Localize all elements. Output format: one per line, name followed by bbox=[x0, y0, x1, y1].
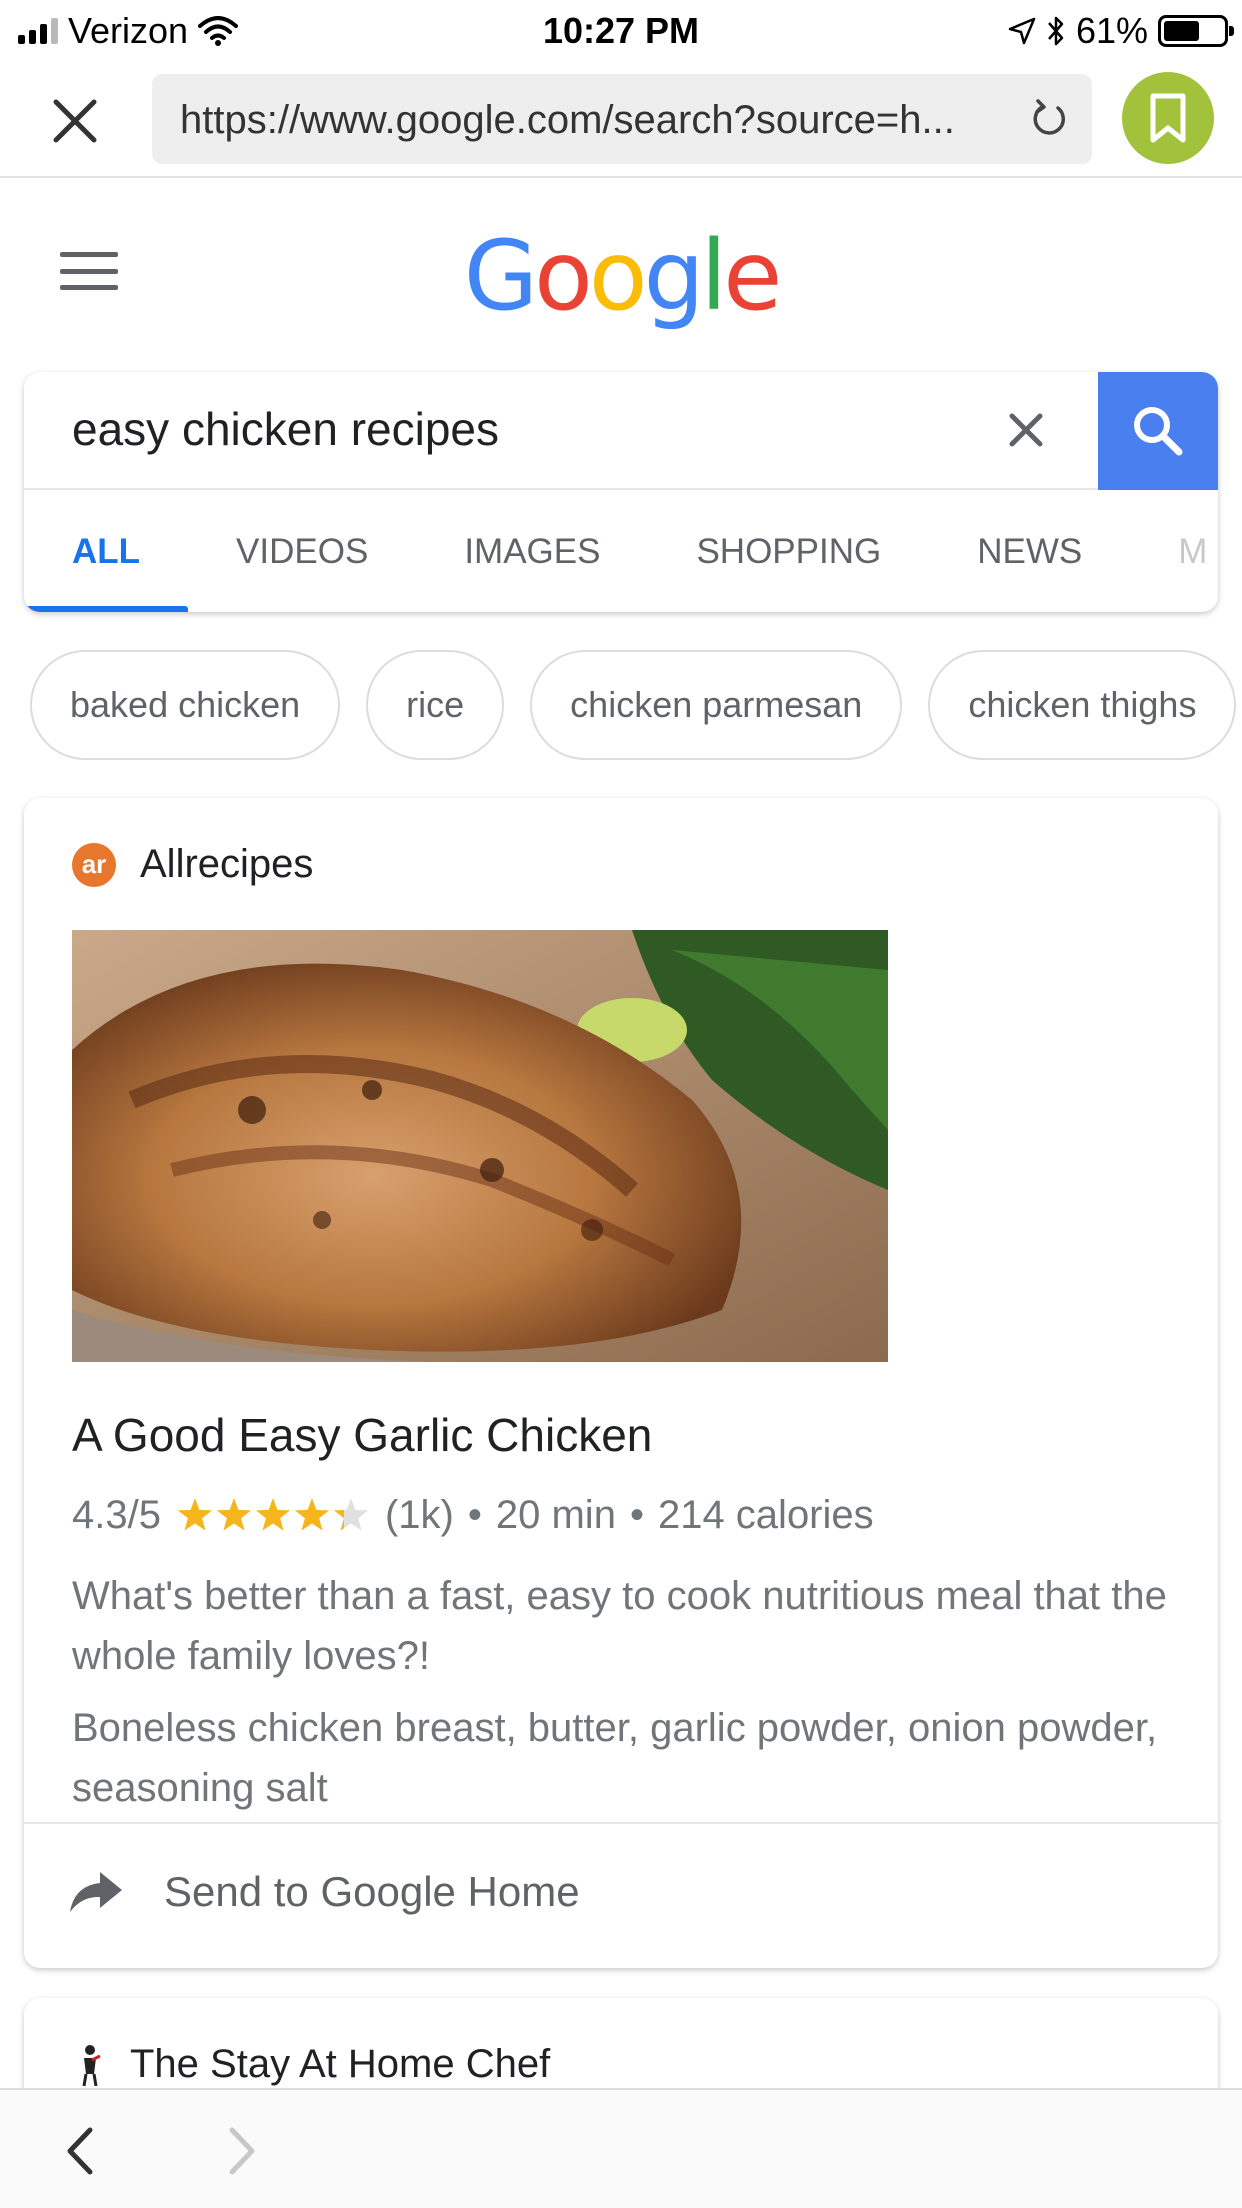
clear-icon[interactable] bbox=[1004, 408, 1048, 452]
share-arrow-icon bbox=[70, 1872, 122, 1912]
battery-percent: 61% bbox=[1075, 10, 1148, 51]
google-header: Google bbox=[0, 180, 1242, 360]
search-row bbox=[24, 372, 1218, 490]
reload-icon[interactable] bbox=[1028, 98, 1070, 140]
recipe-result-card[interactable]: ar Allrecipes A Good Easy Garlic Chicken… bbox=[24, 798, 1218, 1968]
tab-news[interactable]: NEWS bbox=[929, 492, 1130, 612]
search-tabs: ALL VIDEOS IMAGES SHOPPING NEWS M bbox=[24, 492, 1218, 612]
battery-icon bbox=[1158, 15, 1234, 47]
tab-all[interactable]: ALL bbox=[24, 492, 189, 612]
logo-letter: e bbox=[723, 220, 782, 332]
url-text[interactable]: https://www.google.com/search?source=h..… bbox=[180, 98, 1010, 143]
bookmark-icon bbox=[1150, 93, 1186, 143]
refinement-chips: baked chicken rice chicken parmesan chic… bbox=[30, 650, 1237, 762]
status-bar: Verizon 10:27 PM 61% bbox=[0, 0, 1242, 62]
result-title[interactable]: A Good Easy Garlic Chicken bbox=[72, 1408, 652, 1462]
battery-fill bbox=[1164, 21, 1200, 41]
chip-rice[interactable]: rice bbox=[366, 650, 505, 760]
stars-graphic bbox=[177, 1497, 369, 1531]
bookmark-button[interactable] bbox=[1122, 72, 1214, 164]
source-name-2: The Stay At Home Chef bbox=[130, 2042, 551, 2086]
google-logo[interactable]: Google bbox=[0, 220, 1242, 332]
allrecipes-logo-icon: ar bbox=[72, 842, 116, 887]
tab-images[interactable]: IMAGES bbox=[416, 492, 648, 612]
logo-letter: G bbox=[463, 220, 538, 332]
chip-chicken-parmesan[interactable]: chicken parmesan bbox=[530, 650, 903, 760]
tab-shopping[interactable]: SHOPPING bbox=[648, 492, 929, 612]
result-source-2[interactable]: The Stay At Home Chef bbox=[78, 2042, 550, 2087]
rating-text: 4.3/5 bbox=[72, 1493, 161, 1537]
calories: 214 calories bbox=[657, 1493, 874, 1537]
logo-letter: l bbox=[700, 220, 728, 332]
source-name: Allrecipes bbox=[140, 842, 314, 886]
logo-letter: o bbox=[588, 220, 648, 332]
result-meta: 4.3/5 (1k) • 20 min • 214 calories bbox=[72, 1493, 874, 1538]
location-arrow-icon bbox=[1008, 17, 1036, 45]
cook-time: 20 min bbox=[495, 1493, 616, 1537]
logo-letter: g bbox=[643, 220, 705, 332]
star-icon bbox=[333, 1497, 369, 1531]
chip-chicken-thighs[interactable]: chicken thighs bbox=[928, 650, 1237, 760]
search-card: ALL VIDEOS IMAGES SHOPPING NEWS M bbox=[24, 372, 1218, 612]
star-icon bbox=[216, 1497, 252, 1531]
rating-stars-icon bbox=[175, 1496, 371, 1536]
send-label: Send to Google Home bbox=[164, 1868, 580, 1915]
browser-url-bar: https://www.google.com/search?source=h..… bbox=[0, 62, 1242, 178]
close-icon[interactable] bbox=[48, 94, 102, 148]
chicken-image bbox=[72, 930, 888, 1362]
tab-videos[interactable]: VIDEOS bbox=[188, 492, 416, 612]
star-icon bbox=[255, 1497, 291, 1531]
search-input[interactable] bbox=[72, 402, 972, 456]
browser-bottom-bar bbox=[0, 2088, 1242, 2208]
review-count: (1k) bbox=[384, 1493, 454, 1537]
result-description: What's better than a fast, easy to cook … bbox=[72, 1574, 1167, 1678]
search-button[interactable] bbox=[1098, 372, 1218, 490]
chef-logo-icon bbox=[82, 2044, 101, 2086]
send-to-google-home-button[interactable]: Send to Google Home bbox=[68, 1868, 580, 1916]
meta-separator: • bbox=[467, 1493, 482, 1537]
back-chevron-icon[interactable] bbox=[60, 2124, 100, 2178]
star-icon bbox=[177, 1497, 213, 1531]
forward-chevron-icon[interactable] bbox=[222, 2124, 262, 2178]
bluetooth-icon bbox=[1047, 16, 1064, 46]
divider bbox=[24, 1822, 1218, 1824]
result-source[interactable]: ar Allrecipes bbox=[72, 842, 313, 887]
result-ingredients: Boneless chicken breast, butter, garlic … bbox=[72, 1706, 1158, 1810]
meta-separator: • bbox=[629, 1493, 644, 1537]
tab-more[interactable]: M bbox=[1130, 492, 1218, 612]
garlic-chicken-photo[interactable] bbox=[72, 930, 888, 1362]
star-icon bbox=[294, 1497, 330, 1531]
logo-letter: o bbox=[534, 220, 593, 332]
url-field[interactable]: https://www.google.com/search?source=h..… bbox=[152, 74, 1092, 164]
search-icon bbox=[1134, 407, 1183, 456]
chip-baked-chicken[interactable]: baked chicken bbox=[30, 650, 341, 760]
status-right: 61% bbox=[1008, 10, 1234, 52]
